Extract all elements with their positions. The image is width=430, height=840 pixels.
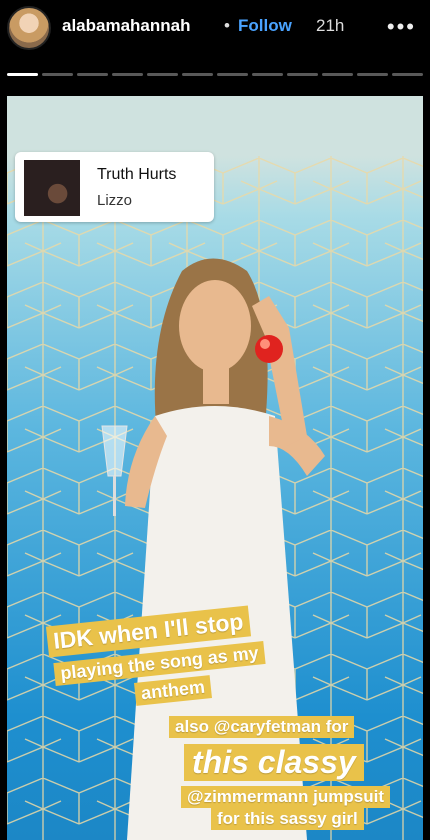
- story-media[interactable]: Truth Hurts Lizzo IDK when I'll stop pla…: [7, 96, 423, 840]
- caption-line: also @caryfetman for: [169, 716, 355, 738]
- progress-segment: [392, 73, 423, 76]
- album-cover: [24, 160, 80, 216]
- caption-line: this classy: [184, 744, 364, 781]
- avatar[interactable]: [7, 6, 51, 50]
- song-title: Truth Hurts: [97, 166, 177, 183]
- progress-segment: [357, 73, 388, 76]
- progress-segment: [182, 73, 213, 76]
- progress-segment: [112, 73, 143, 76]
- progress-segment: [42, 73, 73, 76]
- timestamp: 21h: [316, 16, 345, 35]
- story-header: alabamahannah • Follow 21h •••: [0, 0, 430, 62]
- progress-segment: [217, 73, 248, 76]
- caption-line: for this sassy girl: [211, 808, 364, 830]
- follow-button[interactable]: Follow: [238, 16, 292, 36]
- separator-dot: •: [224, 16, 230, 35]
- progress-segment: [77, 73, 108, 76]
- song-artist: Lizzo: [97, 192, 133, 209]
- progress-segment: [147, 73, 178, 76]
- story-progress-bar: [7, 73, 423, 76]
- music-sticker[interactable]: Truth Hurts Lizzo: [15, 152, 214, 222]
- progress-segment: [287, 73, 318, 76]
- progress-segment: [7, 73, 38, 76]
- progress-segment: [322, 73, 353, 76]
- more-icon[interactable]: •••: [387, 14, 416, 40]
- username[interactable]: alabamahannah: [62, 16, 191, 36]
- caption-line: @zimmermann jumpsuit: [181, 786, 390, 808]
- progress-segment: [252, 73, 283, 76]
